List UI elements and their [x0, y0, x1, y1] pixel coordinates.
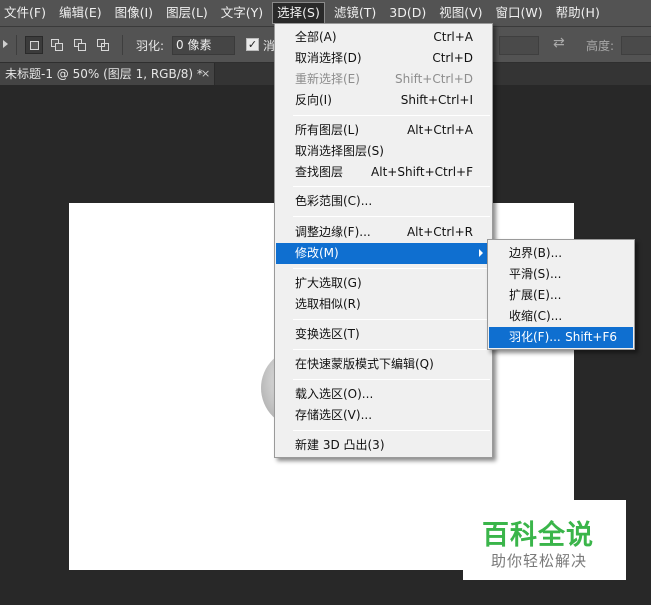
swap-icon[interactable]: ⇄: [553, 35, 565, 51]
width-field[interactable]: [499, 36, 539, 55]
menu-separator: [293, 319, 490, 320]
new-selection-icon: [30, 41, 39, 50]
modify-submenu: 边界(B)... 平滑(S)... 扩展(E)... 收缩(C)... 羽化(F…: [487, 239, 635, 350]
menu-item-label: 色彩范围(C)...: [295, 194, 373, 208]
tool-preset-arrow-icon[interactable]: [3, 40, 8, 48]
submenu-item-feather[interactable]: 羽化(F)... Shift+F6: [489, 327, 633, 348]
menu-3d[interactable]: 3D(D): [385, 2, 430, 24]
menu-help[interactable]: 帮助(H): [552, 2, 604, 24]
photoshop-window: 文件(F) 编辑(E) 图像(I) 图层(L) 文字(Y) 选择(S) 滤镜(T…: [0, 0, 651, 605]
submenu-item-smooth[interactable]: 平滑(S)...: [489, 264, 633, 285]
menu-item-inverse[interactable]: 反向(I) Shift+Ctrl+I: [276, 90, 491, 111]
submenu-item-contract[interactable]: 收缩(C)...: [489, 306, 633, 327]
menu-item-shortcut: Alt+Ctrl+R: [406, 225, 473, 239]
menu-item-modify[interactable]: 修改(M): [276, 243, 491, 264]
document-tab[interactable]: 未标题-1 @ 50% (图层 1, RGB/8) * ×: [0, 63, 215, 85]
menu-separator: [293, 216, 490, 217]
menu-separator: [293, 349, 490, 350]
feather-input[interactable]: 0 像素: [172, 36, 235, 55]
menu-item-label: 变换选区(T): [295, 327, 360, 341]
menu-item-shortcut: Alt+Shift+Ctrl+F: [371, 165, 473, 179]
menu-item-grow[interactable]: 扩大选取(G): [276, 273, 491, 294]
menu-separator: [293, 186, 490, 187]
submenu-item-label: 收缩(C)...: [509, 309, 563, 323]
menu-separator: [293, 430, 490, 431]
add-selection-icon-part: [55, 43, 63, 51]
menu-file[interactable]: 文件(F): [0, 2, 50, 24]
submenu-item-label: 扩展(E)...: [509, 288, 562, 302]
divider: [16, 35, 17, 55]
feather-label: 羽化:: [136, 39, 165, 53]
menu-item-label: 扩大选取(G): [295, 276, 362, 290]
menu-type[interactable]: 文字(Y): [217, 2, 267, 24]
menu-select[interactable]: 选择(S): [272, 2, 325, 24]
menu-image[interactable]: 图像(I): [111, 2, 157, 24]
menu-item-label: 存储选区(V)...: [295, 408, 373, 422]
menu-window[interactable]: 窗口(W): [492, 2, 547, 24]
menu-item-label: 载入选区(O)...: [295, 387, 374, 401]
submenu-arrow-icon: [479, 249, 483, 257]
menu-separator: [293, 268, 490, 269]
menu-item-quick-mask[interactable]: 在快速蒙版模式下编辑(Q): [276, 354, 491, 375]
menu-item-label: 选取相似(R): [295, 297, 361, 311]
close-icon[interactable]: ×: [201, 63, 210, 85]
menu-filter[interactable]: 滤镜(T): [330, 2, 380, 24]
menu-item-find-layers[interactable]: 查找图层 Alt+Shift+Ctrl+F: [276, 162, 491, 183]
menu-item-label: 重新选择(E): [295, 72, 360, 86]
menu-item-deselect-layers[interactable]: 取消选择图层(S): [276, 141, 491, 162]
document-tab-title: 未标题-1 @ 50% (图层 1, RGB/8) *: [5, 67, 203, 81]
menu-view[interactable]: 视图(V): [435, 2, 486, 24]
menu-edit[interactable]: 编辑(E): [55, 2, 106, 24]
menu-separator: [293, 115, 490, 116]
menu-item-label: 取消选择图层(S): [295, 144, 384, 158]
antialias-checkbox[interactable]: ✓: [246, 38, 259, 51]
menu-item-label: 查找图层: [295, 165, 344, 179]
menu-item-reselect: 重新选择(E) Shift+Ctrl+D: [276, 69, 491, 90]
menu-item-label: 修改(M): [295, 246, 339, 260]
menu-item-all-layers[interactable]: 所有图层(L) Alt+Ctrl+A: [276, 120, 491, 141]
add-to-selection-button[interactable]: [48, 36, 66, 54]
height-field[interactable]: [621, 36, 651, 55]
menu-item-refine-edge[interactable]: 调整边缘(F)... Alt+Ctrl+R: [276, 222, 491, 243]
submenu-item-label: 平滑(S)...: [509, 267, 562, 281]
submenu-item-shortcut: Shift+F6: [565, 330, 617, 344]
menu-item-save-selection[interactable]: 存储选区(V)...: [276, 405, 491, 426]
menu-item-load-selection[interactable]: 载入选区(O)...: [276, 384, 491, 405]
new-selection-button[interactable]: [25, 36, 43, 54]
menu-item-label: 调整边缘(F)...: [295, 225, 371, 239]
menu-item-shortcut: Alt+Ctrl+A: [407, 123, 473, 137]
intersect-selection-icon-part: [101, 43, 109, 51]
menu-separator: [293, 379, 490, 380]
menu-layer[interactable]: 图层(L): [162, 2, 212, 24]
watermark: 百科全说 助你轻松解决: [463, 500, 626, 580]
menu-item-deselect[interactable]: 取消选择(D) Ctrl+D: [276, 48, 491, 69]
divider: [122, 35, 123, 55]
menu-item-color-range[interactable]: 色彩范围(C)...: [276, 191, 491, 212]
height-label: 高度:: [586, 39, 615, 53]
menu-item-shortcut: Ctrl+D: [432, 51, 473, 65]
menu-item-shortcut: Shift+Ctrl+I: [400, 93, 473, 107]
select-menu-dropdown: 全部(A) Ctrl+A 取消选择(D) Ctrl+D 重新选择(E) Shif…: [274, 23, 493, 458]
menu-item-label: 新建 3D 凸出(3): [295, 438, 385, 452]
submenu-item-expand[interactable]: 扩展(E)...: [489, 285, 633, 306]
submenu-item-label: 边界(B)...: [509, 246, 563, 260]
menu-item-new-3d-extrusion[interactable]: 新建 3D 凸出(3): [276, 435, 491, 456]
menu-item-label: 所有图层(L): [295, 123, 360, 137]
watermark-title: 百科全说: [482, 520, 594, 551]
subtract-selection-icon-part: [78, 43, 86, 51]
submenu-item-label: 羽化(F)...: [509, 330, 561, 344]
subtract-selection-button[interactable]: [71, 36, 89, 54]
intersect-selection-button[interactable]: [94, 36, 112, 54]
menu-item-label: 反向(I): [295, 93, 332, 107]
menu-item-shortcut: Shift+Ctrl+D: [395, 72, 473, 86]
menu-item-all[interactable]: 全部(A) Ctrl+A: [276, 27, 491, 48]
menu-item-transform-selection[interactable]: 变换选区(T): [276, 324, 491, 345]
menu-item-label: 取消选择(D): [295, 51, 362, 65]
menu-item-shortcut: Ctrl+A: [433, 30, 473, 44]
menu-item-similar[interactable]: 选取相似(R): [276, 294, 491, 315]
menu-item-label: 全部(A): [295, 30, 337, 44]
menu-item-label: 在快速蒙版模式下编辑(Q): [295, 357, 434, 371]
watermark-subtitle: 助你轻松解决: [491, 552, 588, 570]
submenu-item-border[interactable]: 边界(B)...: [489, 243, 633, 264]
